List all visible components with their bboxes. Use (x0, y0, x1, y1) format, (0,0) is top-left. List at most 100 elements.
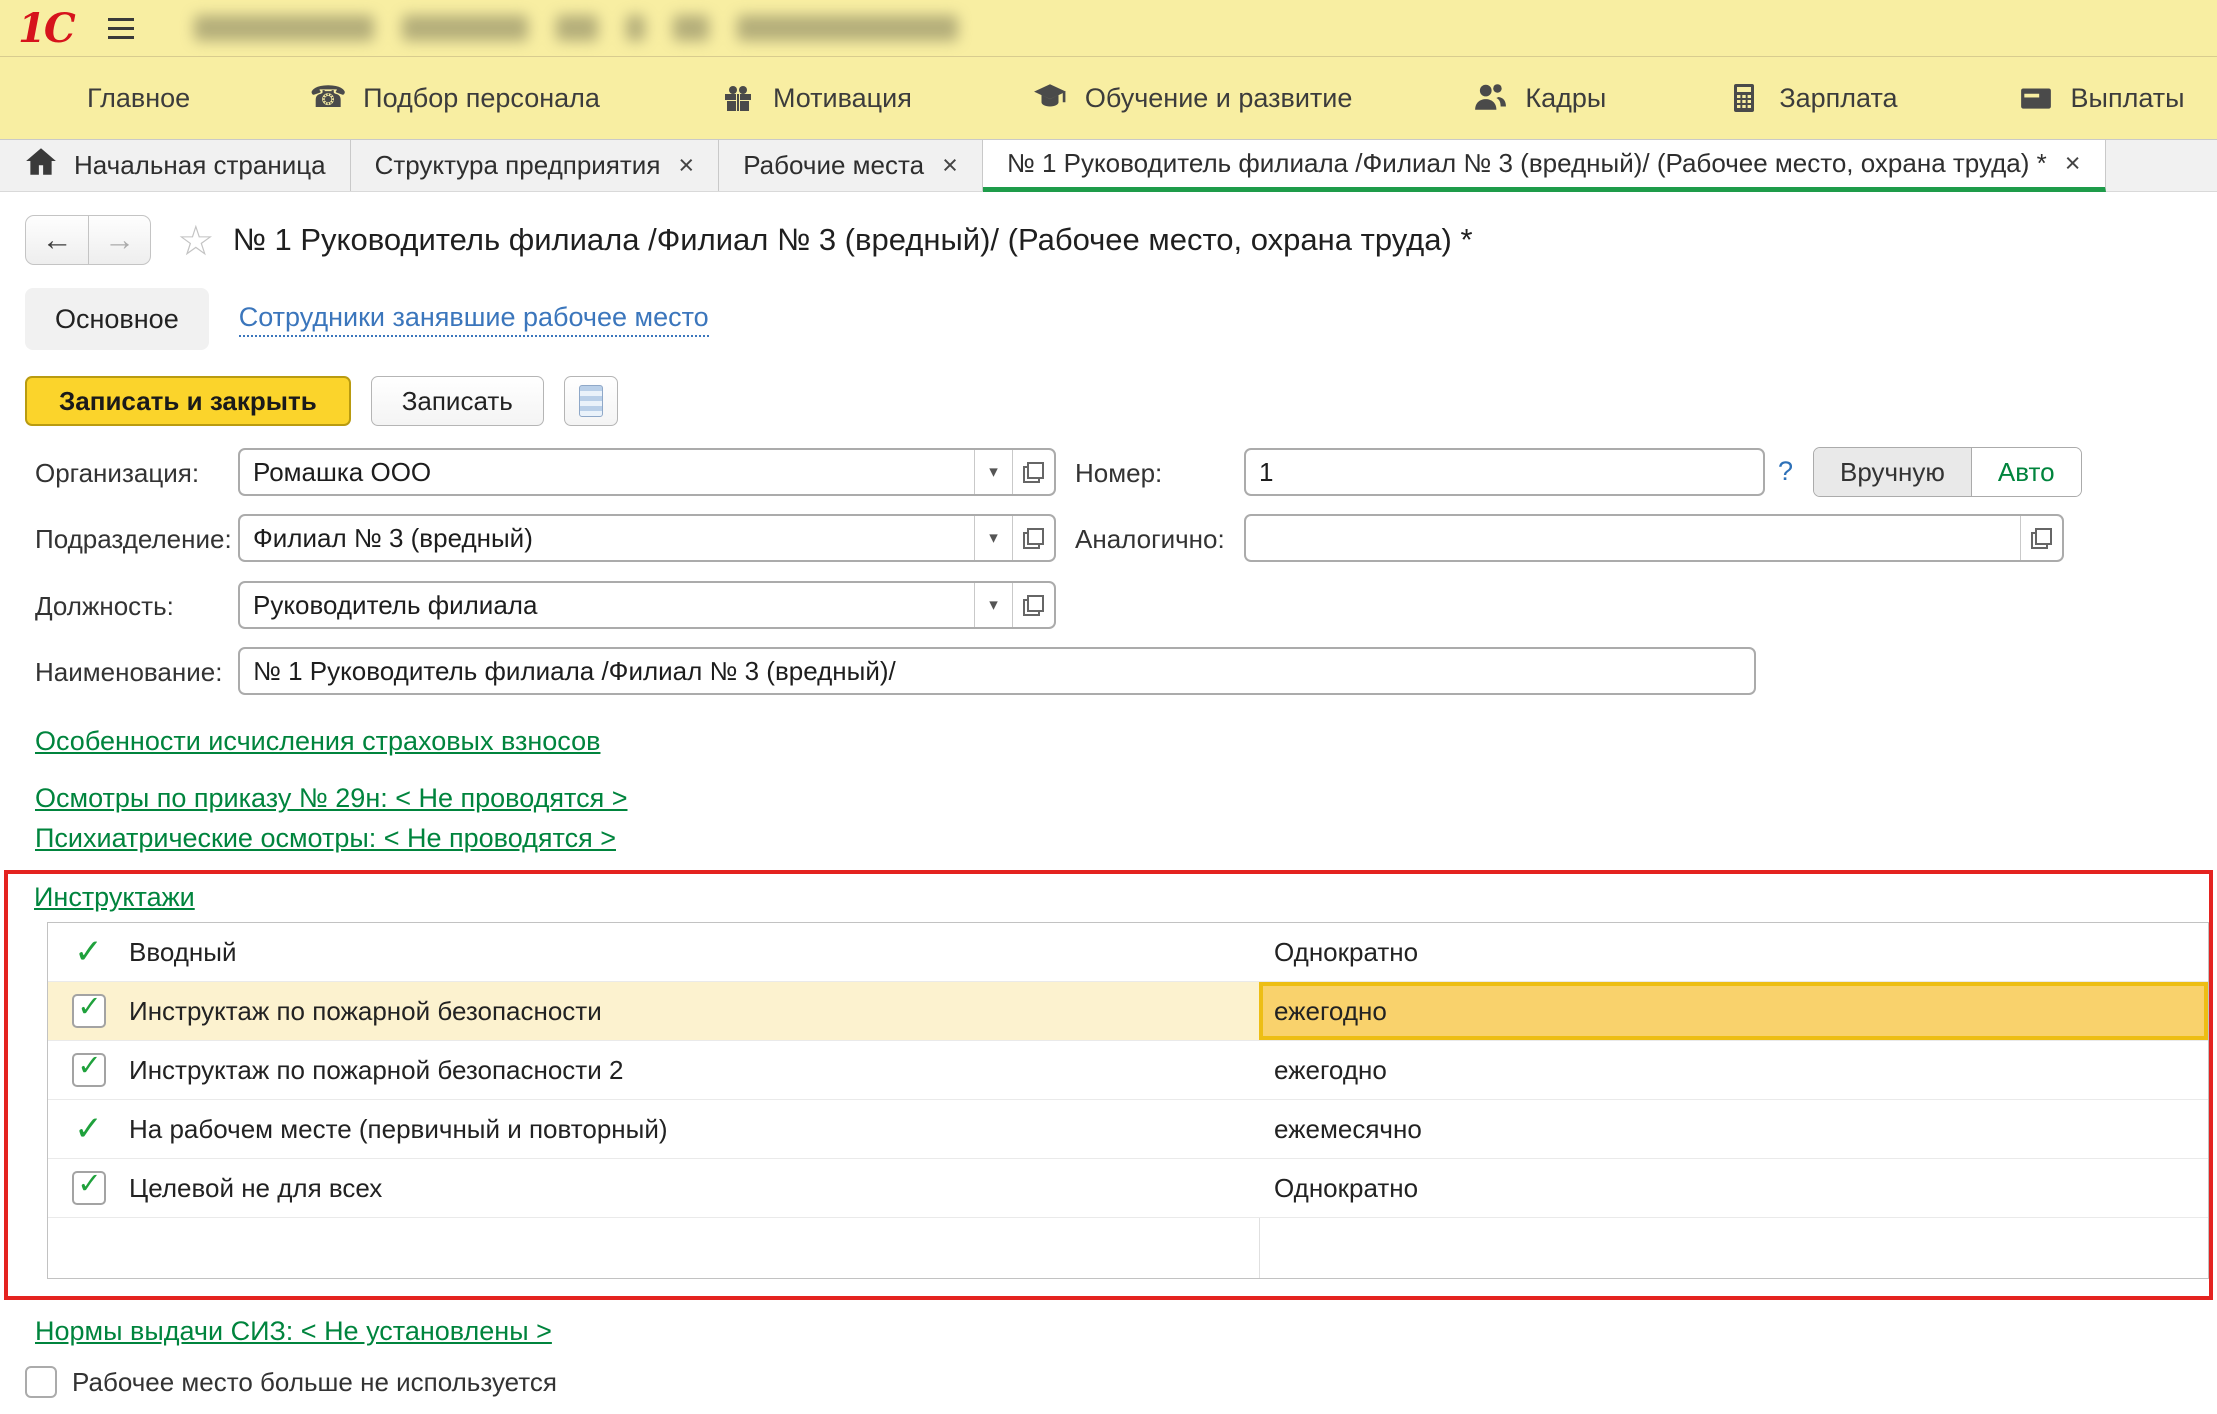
briefing-name: Инструктаж по пожарной безопасности (129, 982, 1259, 1040)
form-fields: Организация: Ромашка ООО ▾ Подразделение… (0, 426, 2217, 698)
check-icon: ✓ (77, 1052, 101, 1081)
briefing-row: ✓ Инструктаж по пожарной безопасностиежег… (48, 982, 2208, 1041)
briefings-table-body: ✓ВводныйОднократно✓Инструктаж по пожарно… (48, 923, 2208, 1218)
main-menu-icon[interactable] (108, 18, 134, 39)
briefing-checkbox[interactable]: ✓ (48, 982, 129, 1040)
annotation-red-box: Инструктажи ✓ВводныйОднократно✓Инструкта… (4, 870, 2213, 1300)
exams-29n-link[interactable]: Осмотры по приказу № 29н: < Не проводятс… (35, 781, 627, 816)
1c-logo-icon: 1С (18, 5, 74, 52)
briefing-checkbox[interactable]: ✓ (48, 923, 129, 981)
sections-grid-icon (40, 85, 70, 111)
phone-icon: ☎ (310, 80, 346, 116)
sidebar-item-salary[interactable]: Зарплата (1726, 80, 1897, 116)
briefing-name: На рабочем месте (первичный и повторный) (129, 1100, 1259, 1158)
workplace-unused-checkbox[interactable] (25, 1366, 57, 1398)
check-icon: ✓ (77, 1170, 101, 1199)
people-icon (1472, 80, 1508, 116)
sidebar-item-training[interactable]: Обучение и развитие (1032, 80, 1353, 116)
briefing-checkbox[interactable]: ✓ (48, 1100, 129, 1158)
open-record-icon[interactable] (1012, 450, 1054, 494)
open-record-icon[interactable] (1012, 516, 1054, 560)
dept-label: Подразделение: (35, 524, 232, 555)
redacted-window-title (194, 15, 958, 41)
close-icon[interactable]: × (942, 150, 958, 181)
checkbox-box: ✓ (72, 1053, 106, 1087)
sidebar-item-hr[interactable]: Кадры (1472, 80, 1606, 116)
similar-input[interactable] (1244, 514, 2064, 562)
sidebar-item-motivation[interactable]: Мотивация (720, 80, 912, 116)
briefing-period-cell[interactable]: ежемесячно (1259, 1100, 2208, 1158)
back-button[interactable]: ← (26, 216, 88, 264)
open-record-icon[interactable] (1012, 583, 1054, 627)
window-titlebar: 1С (0, 0, 2217, 57)
number-input[interactable]: 1 (1244, 448, 1765, 496)
graduation-cap-icon (1032, 80, 1068, 116)
sidebar-item-payments[interactable]: Выплаты (2018, 80, 2185, 116)
auto-mode-button[interactable]: Авто (1972, 448, 2081, 496)
sections-panel: Главное ☎ Подбор персонала Мотивация Обу… (0, 57, 2217, 140)
close-icon[interactable]: × (678, 150, 694, 181)
sidebar-item-main[interactable]: Главное (40, 83, 190, 114)
chevron-down-icon[interactable]: ▾ (974, 450, 1012, 494)
payment-card-icon (2018, 80, 2054, 116)
related-records-button[interactable] (564, 376, 618, 426)
briefing-row: ✓ На рабочем месте (первичный и повторный… (48, 1100, 2208, 1159)
org-combo[interactable]: Ромашка ООО ▾ (238, 448, 1056, 496)
briefing-row: ✓ВводныйОднократно (48, 923, 2208, 982)
name-label: Наименование: (35, 657, 222, 688)
briefing-name: Вводный (129, 923, 1259, 981)
favorite-star-icon[interactable]: ☆ (177, 216, 215, 265)
save-button[interactable]: Записать (371, 376, 544, 426)
org-label: Организация: (35, 458, 199, 489)
history-nav-group: ← → (25, 215, 151, 265)
briefing-checkbox[interactable]: ✓ (48, 1041, 129, 1099)
tab-employees-link[interactable]: Сотрудники занявшие рабочее место (239, 301, 709, 337)
check-icon: ✓ (77, 993, 101, 1022)
checkbox-box: ✓ (72, 1171, 106, 1205)
position-label: Должность: (35, 591, 174, 622)
forward-button[interactable]: → (88, 216, 150, 264)
page-header: ← → ☆ № 1 Руководитель филиала /Филиал №… (25, 214, 2217, 266)
similar-label: Аналогично: (1075, 524, 1225, 555)
help-link[interactable]: ? (1778, 456, 1793, 487)
tab-main[interactable]: Основное (25, 288, 209, 350)
workplace-unused-label: Рабочее место больше не используется (72, 1367, 557, 1398)
briefing-period-cell[interactable]: ежегодно (1259, 982, 2208, 1040)
card-nav-tabs: Основное Сотрудники занявшие рабочее мес… (25, 288, 2217, 350)
tab-enterprise-structure[interactable]: Структура предприятия × (351, 140, 720, 191)
briefing-row: ✓ Инструктаж по пожарной безопасности 2еж… (48, 1041, 2208, 1100)
records-stack-icon (579, 385, 603, 417)
briefing-checkbox[interactable]: ✓ (48, 1159, 129, 1217)
manual-mode-button[interactable]: Вручную (1814, 448, 1972, 496)
number-label: Номер: (1075, 458, 1162, 489)
position-combo[interactable]: Руководитель филиала ▾ (238, 581, 1056, 629)
insurance-features-link[interactable]: Особенности исчисления страховых взносов (35, 724, 600, 759)
tab-workplaces[interactable]: Рабочие места × (719, 140, 983, 191)
siz-norms-link[interactable]: Нормы выдачи СИЗ: < Не установлены > (35, 1314, 552, 1349)
calculator-icon (1726, 80, 1762, 116)
briefing-period-cell[interactable]: Однократно (1259, 923, 2208, 981)
briefing-row: ✓ Целевой не для всехОднократно (48, 1159, 2208, 1218)
save-close-button[interactable]: Записать и закрыть (25, 376, 351, 426)
chevron-down-icon[interactable]: ▾ (974, 516, 1012, 560)
dept-combo[interactable]: Филиал № 3 (вредный) ▾ (238, 514, 1056, 562)
gift-icon (720, 80, 756, 116)
name-input[interactable]: № 1 Руководитель филиала /Филиал № 3 (вр… (238, 647, 1756, 695)
open-windows-tabbar: Начальная страница Структура предприятия… (0, 140, 2217, 192)
chevron-down-icon[interactable]: ▾ (974, 583, 1012, 627)
tab-workplace-card[interactable]: № 1 Руководитель филиала /Филиал № 3 (вр… (983, 140, 2106, 192)
workplace-unused-row: Рабочее место больше не используется (25, 1366, 2217, 1398)
checkbox-box: ✓ (72, 994, 106, 1028)
briefing-name: Инструктаж по пожарной безопасности 2 (129, 1041, 1259, 1099)
briefing-period-cell[interactable]: Однократно (1259, 1159, 2208, 1217)
close-icon[interactable]: × (2065, 148, 2081, 179)
psych-exams-link[interactable]: Психиатрические осмотры: < Не проводятся… (35, 821, 616, 856)
sidebar-item-recruiting[interactable]: ☎ Подбор персонала (310, 80, 600, 116)
tab-home-page[interactable]: Начальная страница (0, 140, 351, 191)
open-record-icon[interactable] (2020, 516, 2062, 560)
check-icon: ✓ (74, 1112, 103, 1146)
briefing-period-cell[interactable]: ежегодно (1259, 1041, 2208, 1099)
briefings-link[interactable]: Инструктажи (34, 880, 195, 915)
form-toolbar: Записать и закрыть Записать (25, 376, 2217, 426)
briefing-name: Целевой не для всех (129, 1159, 1259, 1217)
